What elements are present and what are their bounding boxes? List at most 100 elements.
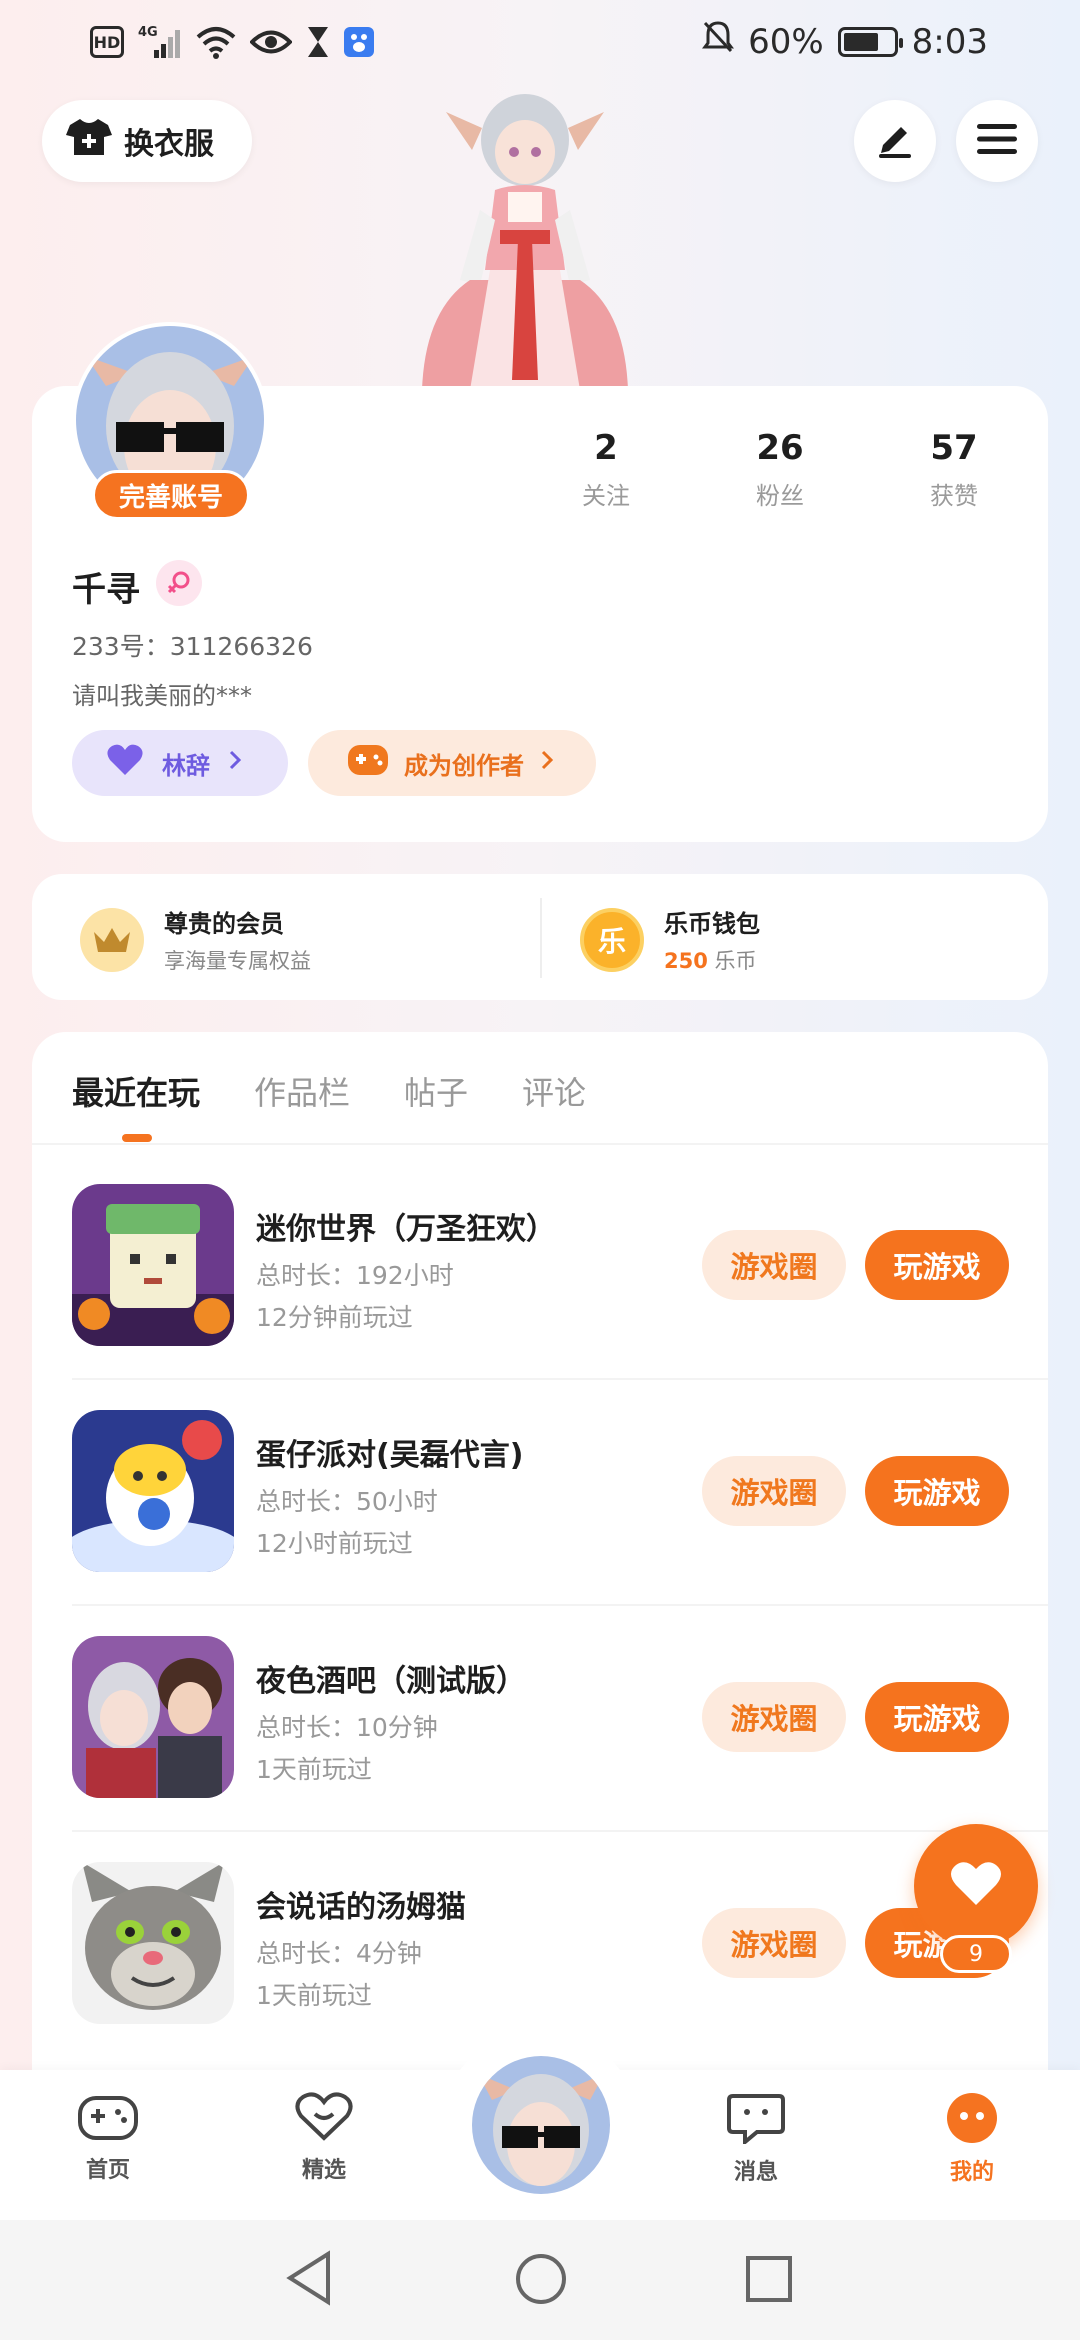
game-row[interactable]: 迷你世界（万圣狂欢） 总时长：192小时 12分钟前玩过 游戏圈 玩游戏 [72, 1184, 1048, 1410]
clock-time: 8:03 [911, 21, 988, 62]
back-icon[interactable] [284, 2250, 334, 2310]
member-entry[interactable]: 尊贵的会员 享海量专属权益 [80, 904, 311, 975]
guardian-label: 林辞 [162, 751, 210, 780]
following-count: 2 [594, 428, 618, 468]
hd-icon: HD [90, 26, 124, 58]
home-circle-icon[interactable] [514, 2252, 568, 2310]
username: 千寻 [72, 570, 140, 610]
system-navigation-bar [0, 2220, 1080, 2340]
change-outfit-label: 换衣服 [124, 127, 214, 162]
status-left-icons: HD 4G [90, 22, 374, 62]
likes-label: 获赞 [930, 482, 978, 510]
nav-home[interactable]: 首页 [48, 2092, 168, 2184]
game-icon-talking-tom [72, 1862, 234, 2024]
play-game-button[interactable]: 玩游戏 [865, 1682, 1009, 1752]
game-duration: 总时长：192小时 [256, 1261, 454, 1290]
game-circle-button[interactable]: 游戏圈 [702, 1456, 846, 1526]
game-row[interactable]: 蛋仔派对(吴磊代言) 总时长：50小时 12小时前玩过 游戏圈 玩游戏 [72, 1410, 1048, 1636]
nav-featured[interactable]: 精选 [264, 2092, 384, 2184]
game-circle-button[interactable]: 游戏圈 [702, 1230, 846, 1300]
recents-square-icon[interactable] [744, 2254, 794, 2308]
gamepad-icon [348, 745, 388, 781]
game-icon-eggy-party [72, 1410, 234, 1572]
user-id: 233号：311266326 [72, 632, 313, 661]
battery-percent: 60% [748, 21, 824, 62]
smiley-face-icon [943, 2092, 1001, 2148]
nav-me-label: 我的 [949, 2160, 994, 2185]
wallet-title: 乐币钱包 [664, 910, 760, 938]
le-coin-icon: 乐 [580, 907, 644, 972]
game-circle-button[interactable]: 游戏圈 [702, 1908, 846, 1978]
heart-icon [950, 1861, 1002, 1911]
floating-favorites-button[interactable] [914, 1824, 1038, 1948]
status-bar: HD 4G 60% 8:03 [0, 0, 1080, 86]
nav-home-label: 首页 [85, 2158, 130, 2183]
gamepad-icon [77, 2092, 139, 2146]
following-stat[interactable]: 2 关注 [526, 428, 686, 511]
game-name: 蛋仔派对(吴磊代言) [256, 1438, 524, 1473]
profile-tabs: 最近在玩 作品栏 帖子 评论 [72, 1068, 586, 1114]
divider [540, 898, 542, 978]
following-label: 关注 [582, 482, 630, 510]
network-type-label: 4G [138, 25, 158, 40]
nav-messages[interactable]: 消息 [696, 2092, 816, 2186]
wallet-amount: 250 [664, 949, 708, 973]
tab-posts[interactable]: 帖子 [404, 1068, 468, 1114]
game-row[interactable]: 夜色酒吧（测试版） 总时长：10分钟 1天前玩过 游戏圈 玩游戏 [72, 1636, 1048, 1862]
likes-stat[interactable]: 57 获赞 [874, 428, 1034, 511]
menu-button[interactable] [956, 100, 1038, 182]
play-game-button[interactable]: 玩游戏 [865, 1230, 1009, 1300]
nav-messages-label: 消息 [733, 2160, 778, 2185]
heart-icon [106, 743, 144, 783]
wifi-icon [196, 22, 236, 62]
followers-stat[interactable]: 26 粉丝 [700, 428, 860, 511]
likes-count: 57 [930, 428, 978, 468]
game-icon-mini-world [72, 1184, 234, 1346]
chevron-right-icon [228, 749, 242, 777]
avatar-character-figure[interactable] [400, 80, 650, 390]
nav-featured-label: 精选 [301, 2158, 346, 2183]
mute-bell-icon [702, 20, 735, 63]
hourglass-icon [306, 22, 330, 62]
edit-profile-button[interactable] [854, 100, 936, 182]
chevron-right-icon [540, 749, 554, 777]
divider [72, 1378, 1048, 1380]
game-last-played: 1天前玩过 [256, 1755, 372, 1784]
game-name: 夜色酒吧（测试版） [256, 1664, 526, 1699]
active-tab-indicator [122, 1134, 152, 1142]
game-duration: 总时长：50小时 [256, 1487, 438, 1516]
game-circle-button[interactable]: 游戏圈 [702, 1682, 846, 1752]
nav-me[interactable]: 我的 [912, 2092, 1032, 2186]
tab-comments[interactable]: 评论 [522, 1068, 586, 1114]
followers-count: 26 [756, 428, 804, 468]
game-last-played: 12小时前玩过 [256, 1529, 413, 1558]
chat-bubble-icon [727, 2092, 785, 2148]
wallet-entry[interactable]: 乐 乐币钱包 250 乐币 [580, 904, 760, 975]
pen-icon [875, 119, 915, 163]
game-name: 迷你世界（万圣狂欢） [256, 1212, 556, 1247]
female-gender-icon [156, 560, 202, 606]
tab-recently-played[interactable]: 最近在玩 [72, 1068, 200, 1114]
game-name: 会说话的汤姆猫 [256, 1890, 466, 1925]
eye-icon [250, 22, 292, 62]
member-subtitle: 享海量专属权益 [164, 949, 311, 973]
tab-works[interactable]: 作品栏 [254, 1068, 350, 1114]
divider [72, 1604, 1048, 1606]
game-icon-night-bar [72, 1636, 234, 1798]
heart-bubble-icon [295, 2092, 353, 2146]
game-duration: 总时长：4分钟 [256, 1939, 422, 1968]
hamburger-menu-icon [977, 122, 1017, 160]
game-last-played: 12分钟前玩过 [256, 1303, 413, 1332]
become-creator-chip[interactable]: 成为创作者 [308, 730, 596, 796]
wallet-unit: 乐币 [714, 949, 757, 973]
user-bio: 请叫我美丽的*** [72, 682, 252, 710]
paw-app-icon [344, 22, 374, 62]
change-outfit-button[interactable]: 换衣服 [42, 100, 252, 182]
complete-account-badge[interactable]: 完善账号 [92, 470, 250, 520]
status-right-icons: 60% 8:03 [702, 20, 988, 63]
nav-avatar-button[interactable] [468, 2052, 614, 2198]
play-game-button[interactable]: 玩游戏 [865, 1456, 1009, 1526]
guardian-chip[interactable]: 林辞 [72, 730, 288, 796]
followers-label: 粉丝 [756, 482, 804, 510]
wallet-balance: 250 乐币 [664, 945, 760, 975]
